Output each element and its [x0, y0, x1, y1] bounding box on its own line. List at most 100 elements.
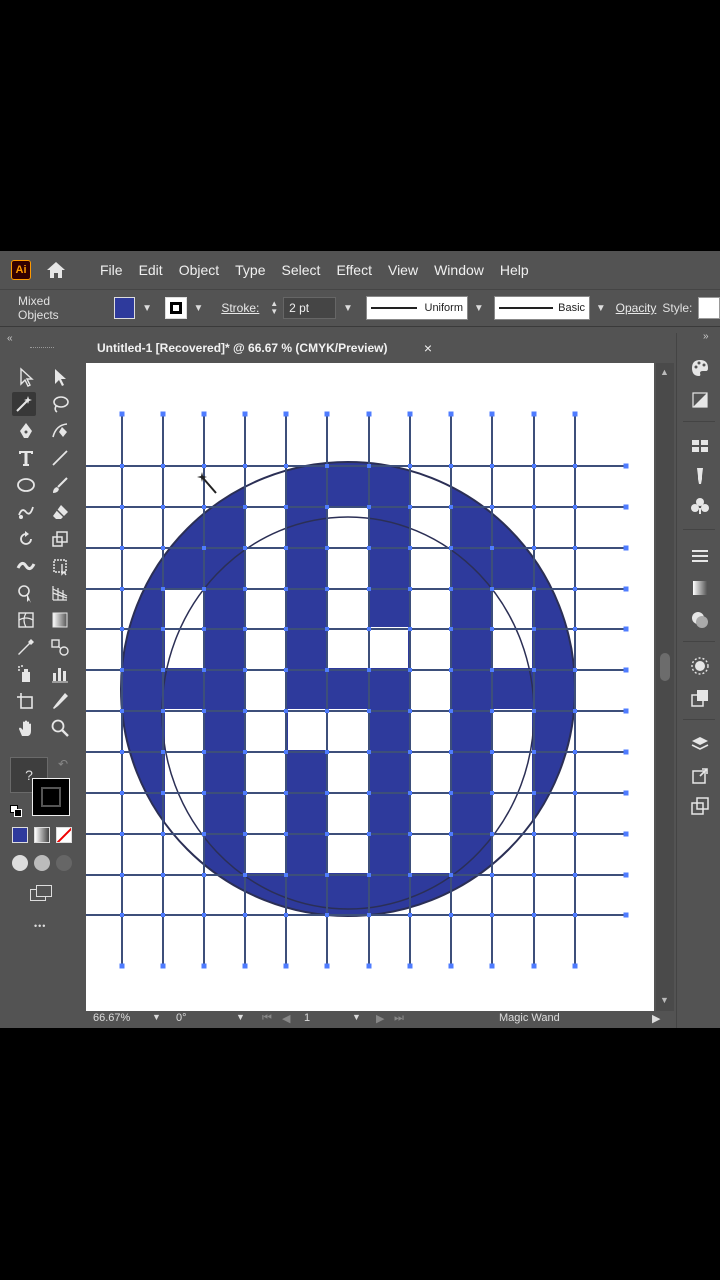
column-graph-tool-icon[interactable] — [48, 662, 72, 686]
width-tool-icon[interactable] — [14, 554, 38, 578]
rotation-value[interactable]: 0° — [176, 1012, 187, 1024]
color-mode-icon[interactable] — [12, 827, 28, 843]
color-guide-icon[interactable] — [689, 389, 711, 411]
dock-collapse-icon[interactable]: » — [703, 331, 709, 342]
graphic-style-swatch[interactable] — [698, 297, 720, 319]
gradient-panel-icon[interactable] — [689, 577, 711, 599]
document-canvas[interactable] — [86, 363, 656, 1011]
menu-item-type[interactable]: Type — [227, 251, 273, 289]
blend-tool-icon[interactable] — [48, 635, 72, 659]
menu-item-help[interactable]: Help — [492, 251, 537, 289]
document-tab[interactable]: Untitled-1 [Recovered]* @ 66.67 % (CMYK/… — [86, 333, 438, 363]
menu-item-file[interactable]: File — [92, 251, 131, 289]
home-icon[interactable] — [45, 259, 67, 281]
fill-color-swatch[interactable] — [113, 297, 136, 319]
line-segment-tool-icon[interactable] — [48, 446, 72, 470]
artboard-number[interactable]: 1 — [304, 1012, 310, 1024]
mesh-tool-icon[interactable] — [14, 608, 38, 632]
toolbar-grip[interactable] — [30, 347, 54, 350]
none-mode-icon[interactable] — [56, 827, 72, 843]
variable-width-profile-dropdown[interactable]: Uniform — [365, 296, 469, 320]
menu-item-effect[interactable]: Effect — [328, 251, 380, 289]
scroll-down-icon[interactable]: ▼ — [660, 995, 669, 1005]
scroll-up-icon[interactable]: ▲ — [660, 367, 669, 377]
menu-item-window[interactable]: Window — [426, 251, 492, 289]
hand-tool-icon[interactable] — [14, 716, 38, 740]
opacity-label[interactable]: Opacity — [616, 301, 657, 315]
brush-dropdown-chevron-icon[interactable]: ▼ — [592, 301, 610, 315]
scale-tool-icon[interactable] — [48, 527, 72, 551]
menu-item-view[interactable]: View — [380, 251, 426, 289]
stroke-label[interactable]: Stroke: — [221, 301, 259, 315]
default-fill-stroke-icon[interactable] — [10, 805, 22, 817]
stroke-weight-stepper-icon[interactable]: ▲ ▼ — [267, 300, 281, 316]
draw-normal-icon[interactable] — [12, 855, 28, 871]
shaper-tool-icon[interactable] — [14, 500, 38, 524]
toolbar-collapse-icon[interactable]: « — [7, 333, 13, 344]
zoom-level[interactable]: 66.67% — [93, 1012, 130, 1024]
anchor-point — [367, 627, 371, 631]
menu-item-object[interactable]: Object — [171, 251, 227, 289]
type-tool-icon[interactable] — [14, 446, 38, 470]
artwork-svg[interactable] — [86, 363, 656, 1011]
close-tab-icon[interactable]: × — [424, 340, 432, 356]
ellipse-tool-icon[interactable] — [14, 473, 38, 497]
menu-item-select[interactable]: Select — [274, 251, 329, 289]
fill-dropdown-chevron-icon[interactable]: ▼ — [140, 301, 154, 315]
layers-panel-icon[interactable] — [689, 733, 711, 755]
artboard-tool-icon[interactable] — [14, 689, 38, 713]
edit-toolbar-more-icon[interactable]: ••• — [34, 921, 46, 931]
curvature-tool-icon[interactable] — [48, 419, 72, 443]
symbols-panel-icon[interactable] — [689, 495, 711, 517]
export-asset-icon[interactable] — [689, 765, 711, 787]
artboard-dropdown-chevron-icon[interactable]: ▼ — [352, 1012, 361, 1022]
stroke-weight-dropdown-chevron-icon[interactable]: ▼ — [338, 301, 358, 315]
brush-definition-dropdown[interactable]: Basic — [493, 296, 591, 320]
eyedropper-tool-icon[interactable] — [14, 635, 38, 659]
pen-tool-icon[interactable] — [14, 419, 38, 443]
swatches-panel-icon[interactable] — [689, 435, 711, 457]
brushes-panel-icon[interactable] — [689, 465, 711, 487]
paintbrush-tool-icon[interactable] — [48, 473, 72, 497]
eraser-tool-icon[interactable] — [48, 500, 72, 524]
zoom-dropdown-chevron-icon[interactable]: ▼ — [152, 1012, 161, 1022]
previous-artboard-icon[interactable]: ◀ — [282, 1012, 290, 1025]
swap-fill-stroke-icon[interactable]: ↶ — [58, 757, 68, 771]
artboards-panel-icon[interactable] — [689, 795, 711, 817]
magic-wand-tool-icon[interactable] — [12, 392, 36, 416]
color-panel-icon[interactable] — [689, 357, 711, 379]
draw-inside-icon[interactable] — [56, 855, 72, 871]
selection-tool-icon[interactable] — [14, 365, 38, 389]
stroke-dropdown-chevron-icon[interactable]: ▼ — [192, 301, 206, 315]
slice-tool-icon[interactable] — [48, 689, 72, 713]
next-artboard-icon[interactable]: ▶ — [376, 1012, 384, 1025]
first-artboard-icon[interactable]: ⏮ — [262, 1012, 272, 1025]
appearance-panel-icon[interactable] — [689, 655, 711, 677]
graphic-styles-panel-icon[interactable] — [689, 687, 711, 709]
vertical-scrollbar[interactable]: ▲ ▼ — [656, 363, 674, 1011]
rotate-tool-icon[interactable] — [14, 527, 38, 551]
free-transform-tool-icon[interactable] — [48, 554, 72, 578]
stroke-weight-input[interactable]: 2 pt — [283, 297, 337, 319]
stroke-color-swatch[interactable] — [164, 297, 187, 319]
profile-dropdown-chevron-icon[interactable]: ▼ — [470, 301, 488, 315]
lasso-tool-icon[interactable] — [48, 392, 72, 416]
last-artboard-icon[interactable]: ⏭ — [394, 1012, 404, 1025]
anchor-point — [243, 913, 247, 917]
perspective-grid-tool-icon[interactable] — [48, 581, 72, 605]
menu-item-edit[interactable]: Edit — [131, 251, 171, 289]
zoom-tool-icon[interactable] — [48, 716, 72, 740]
rotation-dropdown-chevron-icon[interactable]: ▼ — [236, 1012, 245, 1022]
direct-selection-tool-icon[interactable] — [48, 365, 72, 389]
stroke-panel-icon[interactable] — [689, 545, 711, 567]
change-screen-mode-icon[interactable] — [30, 885, 54, 903]
stroke-box[interactable] — [32, 778, 70, 816]
status-menu-arrow-icon[interactable]: ▶ — [652, 1012, 660, 1025]
gradient-tool-icon[interactable] — [48, 608, 72, 632]
symbol-sprayer-tool-icon[interactable] — [14, 662, 38, 686]
transparency-panel-icon[interactable] — [689, 609, 711, 631]
gradient-mode-icon[interactable] — [34, 827, 50, 843]
shape-builder-tool-icon[interactable] — [14, 581, 38, 605]
scroll-thumb[interactable] — [660, 653, 670, 681]
draw-behind-icon[interactable] — [34, 855, 50, 871]
